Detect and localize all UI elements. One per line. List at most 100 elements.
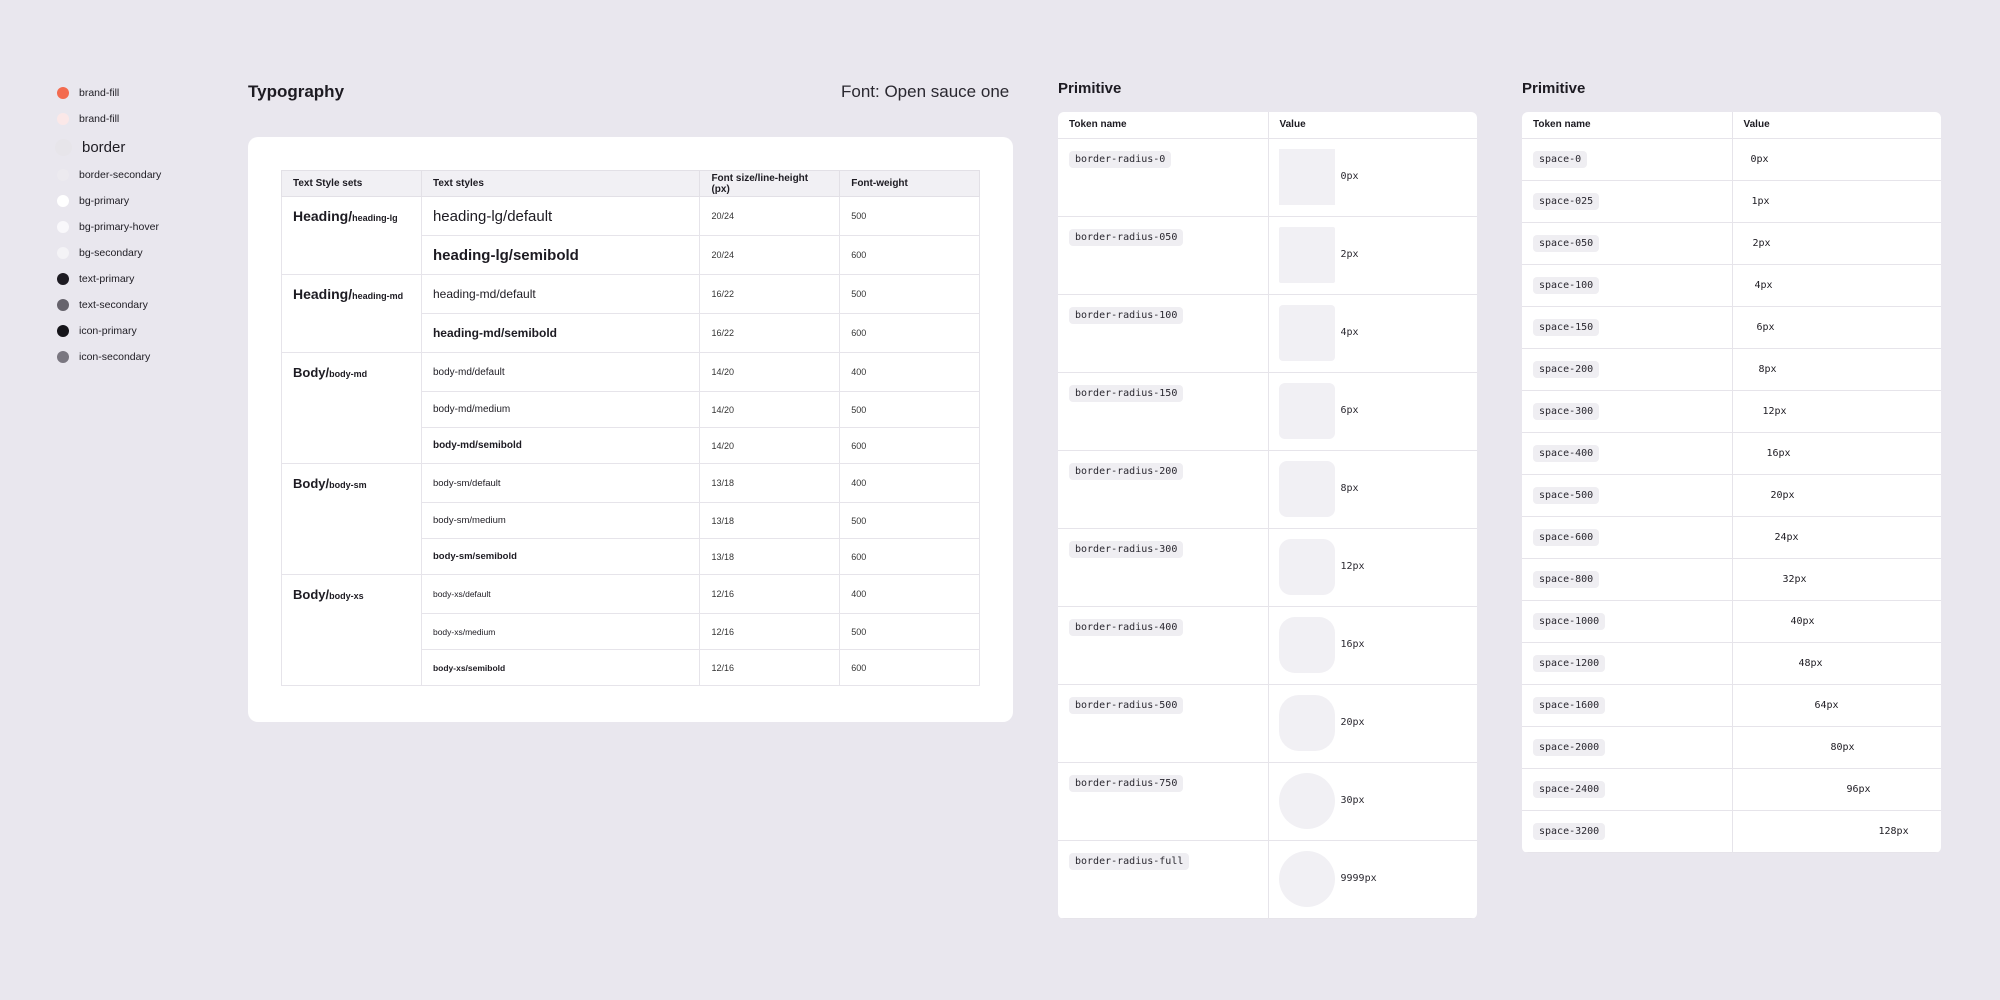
token-value-wrap: 0px [1733,139,1942,180]
color-swatch [57,113,69,125]
font-size-cell: 20/24 [699,235,841,275]
legend-item: brand-fill [57,106,207,132]
table-row: border-radius-500 20px [1058,684,1477,763]
token-name-wrap: space-1600 [1522,685,1732,726]
token-value-cell: 20px [1731,474,1941,517]
font-size-cell: 14/20 [699,391,841,428]
token-name-cell: space-050 [1522,222,1732,265]
table-row: space-100 4px [1522,264,1941,307]
token-value-cell: 64px [1731,684,1942,727]
token-name-cell: border-radius-750 [1058,762,1268,841]
table-row: space-3200 128px [1522,810,1942,853]
token-value-wrap: 128px [1733,811,1942,852]
token-value-cell: 30px [1267,762,1477,841]
token-value: 80px [1830,741,1855,753]
token-chip: space-300 [1533,402,1600,420]
token-value-cell: 6px [1731,306,1941,349]
token-name-cell: space-3200 [1522,810,1732,853]
token-value: 24px [1774,531,1799,543]
token-name-cell: border-radius-0 [1058,138,1268,217]
text-style-set-cell [281,649,422,686]
token-value-wrap: 32px [1733,559,1942,600]
token-chip: border-radius-400 [1069,618,1184,636]
token-value-cell: 80px [1731,726,1941,769]
radius-preview: 16px [1269,607,1478,683]
token-chip: space-3200 [1533,822,1606,840]
token-value-wrap: 64px [1733,685,1942,726]
text-style-set-cell: Body/body-sm [281,463,422,503]
legend-label: icon-primary [79,325,137,337]
table-row: space-400 16px [1522,432,1941,475]
token-name-cell: border-radius-150 [1058,372,1268,451]
token-name-wrap: space-500 [1522,475,1732,516]
table-row: space-1200 48px [1522,642,1941,685]
set-main: Body/ [293,586,330,602]
spacing-primitive-title: Primitive [1522,80,1586,97]
text-style-set-cell [281,502,422,539]
token-chip: border-radius-100 [1069,306,1184,324]
table-row: border-radius-200 8px [1058,450,1477,529]
token-value: 48px [1798,657,1823,669]
token-name-cell: border-radius-050 [1058,216,1268,295]
font-weight-cell: 600 [839,538,980,575]
color-swatch [55,138,72,156]
token-value: 20px [1770,489,1795,501]
font-weight-cell: 500 [839,274,980,314]
color-legend: brand-fill brand-fill border border-seconda… [55,80,207,370]
color-swatch [57,273,69,285]
text-style-cell: body-sm/default [420,463,701,503]
token-name-wrap: space-150 [1522,307,1732,348]
table-row: heading-md/semibold 16/22 600 [281,313,980,353]
token-value-cell: 0px [1731,138,1942,181]
token-name-wrap: space-600 [1522,517,1732,558]
table-row: body-md/semibold 14/20 600 [281,427,980,464]
text-style-set-cell: Heading/heading-lg [281,196,422,236]
legend-item: text-secondary [57,292,207,318]
font-size-cell: 20/24 [699,196,841,236]
token-value-wrap: 24px [1733,517,1942,558]
table-row: Body/body-md body-md/default 14/20 400 [281,352,980,392]
table-row: border-radius-full 9999px [1058,840,1477,919]
color-swatch [57,325,69,337]
token-chip: space-500 [1533,486,1600,504]
font-weight-cell: 500 [839,196,980,236]
table-row: space-600 24px [1522,516,1942,559]
token-value: 0px [1340,171,1359,182]
column-header: Token name [1522,112,1732,139]
table-row: space-500 20px [1522,474,1941,517]
token-chip: border-radius-150 [1069,384,1184,402]
token-value-wrap: 2px [1733,223,1942,264]
radius-swatch [1278,304,1335,361]
legend-label: border-secondary [79,169,162,181]
token-name-wrap: space-300 [1522,391,1732,432]
text-style-cell: body-xs/default [420,574,701,614]
radius-swatch [1278,694,1335,751]
token-name-cell: space-300 [1522,390,1732,433]
font-size-cell: 13/18 [699,538,841,575]
token-value-cell: 1px [1731,180,1941,223]
token-value: 96px [1846,783,1871,795]
set-main: Heading/ [293,208,353,225]
column-header: Text styles [420,170,701,197]
token-chip: space-600 [1533,528,1600,546]
token-name-cell: space-400 [1522,432,1732,475]
token-value-wrap: 8px [1733,349,1942,390]
text-style-cell: heading-md/default [420,274,701,314]
legend-item: border [55,132,207,162]
radius-swatch [1278,382,1335,439]
color-swatch [57,351,69,363]
token-name-wrap: space-0 [1522,139,1732,180]
typography-table: Text Style sets Text styles Font size/li… [281,170,980,686]
legend-item: border-secondary [57,162,207,188]
table-row: space-1000 40px [1522,600,1941,643]
radius-swatch [1278,538,1335,595]
table-row: Body/body-xs body-xs/default 12/16 400 [281,574,980,614]
token-value-cell: 48px [1731,642,1941,685]
table-row: border-radius-100 4px [1058,294,1477,373]
token-chip: space-2000 [1533,738,1606,756]
token-chip: space-800 [1533,570,1600,588]
token-name-cell: border-radius-200 [1058,450,1268,529]
token-name-cell: space-150 [1522,306,1732,349]
token-chip: space-1000 [1533,612,1606,630]
legend-item: icon-secondary [57,344,207,370]
